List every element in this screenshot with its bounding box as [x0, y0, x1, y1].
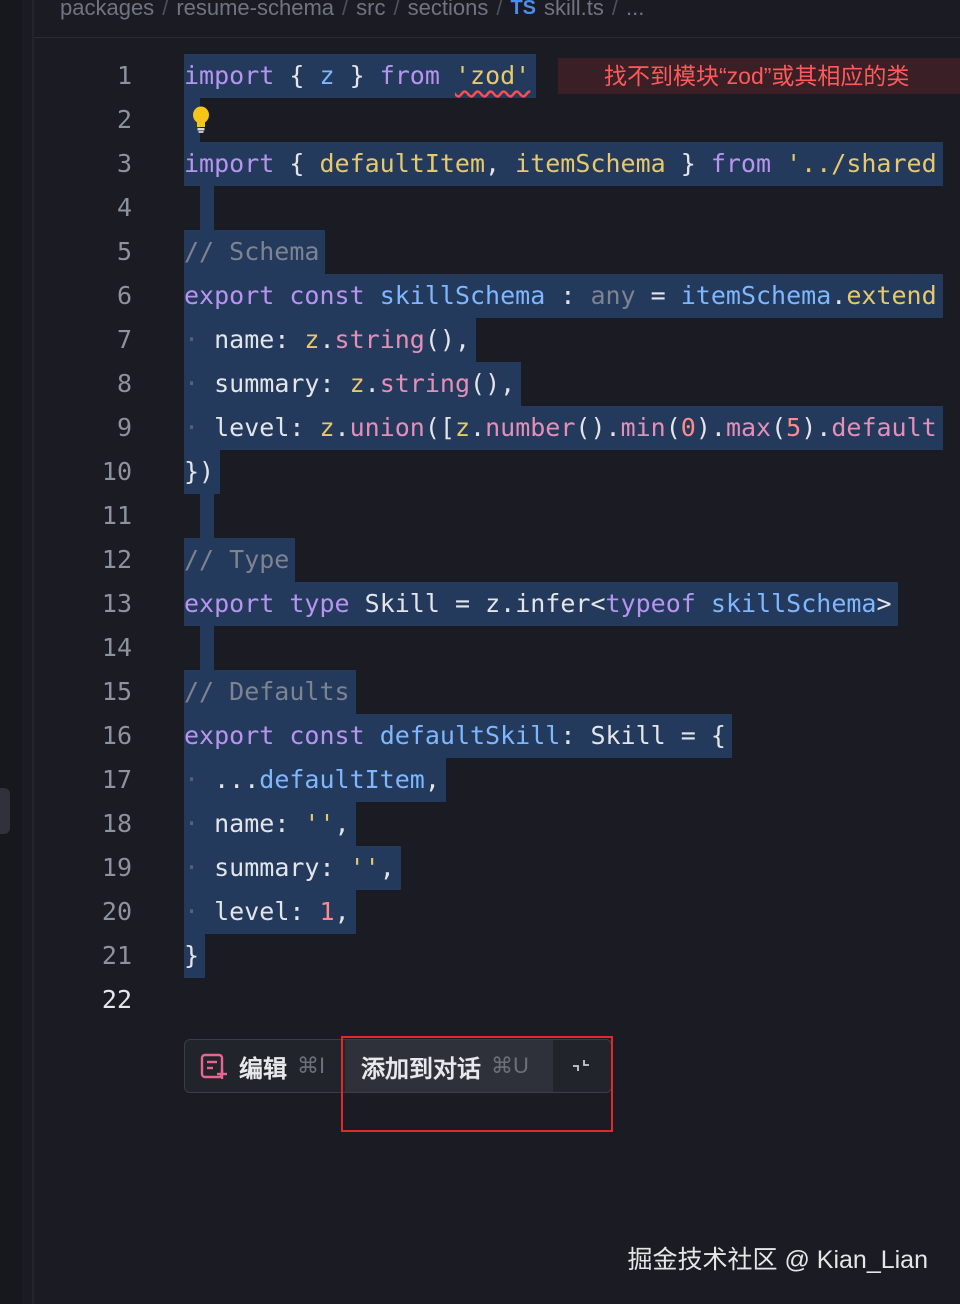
line-number: 13	[101, 589, 132, 618]
code-line[interactable]: 11	[0, 494, 960, 538]
code-line[interactable]: 20 · level: 1,	[0, 890, 960, 934]
code-text: }	[184, 934, 206, 978]
code-line[interactable]: 6 export const skillSchema : any = itemS…	[0, 274, 960, 318]
code-line[interactable]: 3 import { defaultItem, itemSchema } fro…	[0, 142, 960, 186]
breadcrumb-item[interactable]: resume-schema	[176, 0, 334, 21]
line-number: 3	[116, 149, 132, 178]
breadcrumb-item[interactable]: sections	[408, 0, 489, 21]
breadcrumb-more[interactable]: ...	[626, 0, 644, 21]
code-text: · level: z.union([z.number().min(0).max(…	[184, 406, 943, 450]
edit-shortcut: ⌘I	[297, 1053, 326, 1078]
code-text: export const skillSchema : any = itemSch…	[184, 274, 943, 318]
code-text: · summary: z.string(),	[184, 362, 522, 406]
watermark: 掘金技术社区 @ Kian_Lian	[627, 1246, 928, 1274]
code-text: · ...defaultItem,	[184, 758, 446, 802]
line-number: 5	[116, 237, 132, 266]
code-editor[interactable]: 1 import { z } from 'zod' 找不到模块“zod”或其相应…	[0, 54, 960, 1022]
selection-highlight	[200, 186, 214, 230]
code-text: import { z } from 'zod'	[184, 54, 537, 98]
code-line[interactable]: 4	[0, 186, 960, 230]
code-comment: // Schema	[184, 230, 326, 274]
edit-label: 编辑	[239, 1055, 287, 1083]
code-line[interactable]: 17 · ...defaultItem,	[0, 758, 960, 802]
breadcrumb-file[interactable]: skill.ts	[544, 0, 604, 21]
code-text: })	[184, 450, 221, 494]
line-number: 9	[116, 413, 132, 442]
line-number: 15	[101, 677, 132, 706]
code-line[interactable]: 16 export const defaultSkill: Skill = {	[0, 714, 960, 758]
line-number: 10	[101, 457, 132, 486]
code-line[interactable]: 13 export type Skill = z.infer<typeof sk…	[0, 582, 960, 626]
code-text: · summary: '',	[184, 846, 401, 890]
code-line[interactable]: 22	[0, 978, 960, 1022]
line-number: 7	[116, 325, 132, 354]
annotation-highlight-box	[341, 1036, 613, 1132]
line-number: 2	[116, 105, 132, 134]
code-line[interactable]: 5 // Schema	[0, 230, 960, 274]
line-number: 18	[101, 809, 132, 838]
selection-highlight	[200, 626, 214, 670]
code-comment: // Type	[184, 538, 296, 582]
code-line[interactable]: 8 · summary: z.string(),	[0, 362, 960, 406]
code-text: · level: 1,	[184, 890, 356, 934]
edit-note-icon	[200, 1053, 227, 1079]
code-text: import { defaultItem, itemSchema } from …	[184, 142, 943, 186]
code-line[interactable]: 1 import { z } from 'zod' 找不到模块“zod”或其相应…	[0, 54, 960, 98]
line-number: 4	[116, 193, 132, 222]
line-number: 19	[101, 853, 132, 882]
line-number: 16	[101, 721, 132, 750]
breadcrumb-divider	[34, 37, 960, 38]
edit-button[interactable]: 编辑 ⌘I	[185, 1040, 345, 1092]
line-number: 8	[116, 369, 132, 398]
line-number-active: 22	[101, 985, 132, 1014]
breadcrumb: packages / resume-schema / src / sections / …	[60, 0, 644, 28]
lightbulb-icon[interactable]	[192, 106, 210, 134]
error-squiggle: 'zod'	[454, 61, 531, 90]
code-text: export type Skill = z.infer<typeof skill…	[184, 582, 898, 626]
line-number: 6	[116, 281, 132, 310]
code-text: export const defaultSkill: Skill = {	[184, 714, 732, 758]
code-line[interactable]: 9 · level: z.union([z.number().min(0).ma…	[0, 406, 960, 450]
line-number: 20	[101, 897, 132, 926]
line-number: 1	[116, 61, 132, 90]
code-text: · name: z.string(),	[184, 318, 477, 362]
code-line[interactable]: 2	[0, 98, 960, 142]
line-number: 11	[101, 501, 132, 530]
code-line[interactable]: 10 })	[0, 450, 960, 494]
code-line[interactable]: 18 · name: '',	[0, 802, 960, 846]
breadcrumb-item[interactable]: packages	[60, 0, 154, 21]
inline-error-message: 找不到模块“zod”或其相应的类	[558, 58, 960, 94]
code-line[interactable]: 14	[0, 626, 960, 670]
code-text: · name: '',	[184, 802, 356, 846]
code-line[interactable]: 12 // Type	[0, 538, 960, 582]
code-line[interactable]: 19 · summary: '',	[0, 846, 960, 890]
line-number: 17	[101, 765, 132, 794]
selection-highlight	[200, 494, 214, 538]
line-number: 21	[101, 941, 132, 970]
code-line[interactable]: 7 · name: z.string(),	[0, 318, 960, 362]
code-line[interactable]: 15 // Defaults	[0, 670, 960, 714]
typescript-file-icon: TS	[510, 0, 537, 19]
code-line[interactable]: 21 }	[0, 934, 960, 978]
breadcrumb-item[interactable]: src	[356, 0, 385, 21]
code-comment: // Defaults	[184, 670, 356, 714]
line-number: 12	[101, 545, 132, 574]
line-number: 14	[101, 633, 132, 662]
